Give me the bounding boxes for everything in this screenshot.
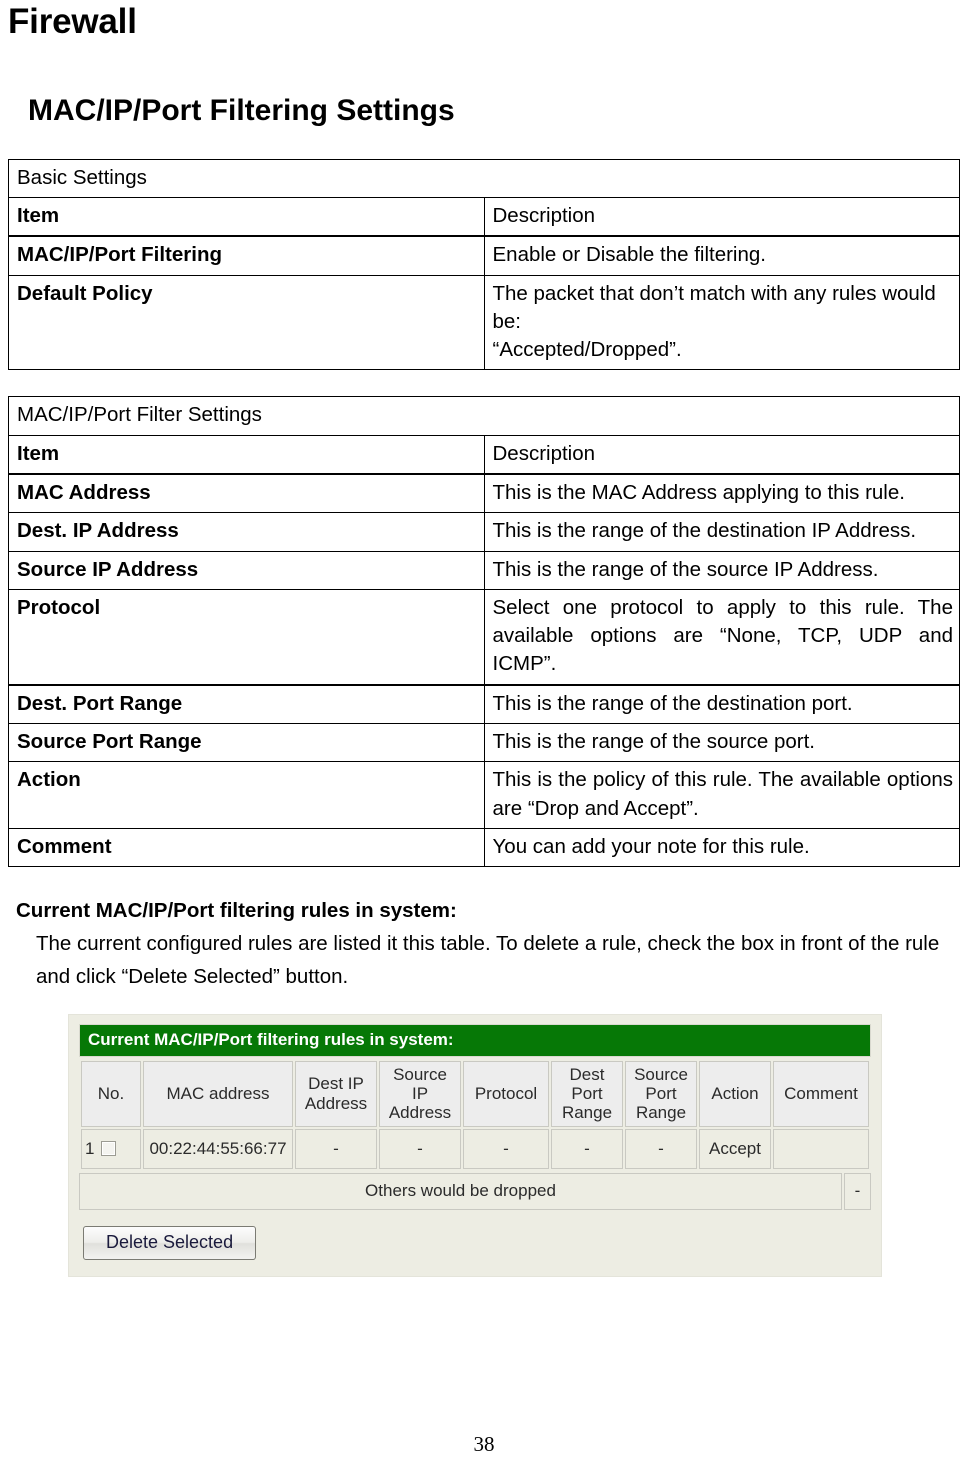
table-row: Source Port Range This is the range of t…	[8, 722, 960, 763]
table-row: Comment You can add your note for this r…	[8, 827, 960, 868]
rules-column-mac-address: MAC address	[143, 1060, 293, 1127]
table-row: Dest. Port Range This is the range of th…	[8, 684, 960, 724]
rule-row-number: 1	[85, 1138, 95, 1158]
default-policy-line-2: “Accepted/Dropped”.	[492, 338, 682, 362]
body-paragraph: The current configured rules are listed …	[36, 932, 940, 989]
default-policy-line-1: The packet that don’t match with any rul…	[492, 281, 936, 333]
row-desc-comment: You can add your note for this rule.	[483, 827, 960, 868]
rule-protocol: -	[463, 1128, 549, 1169]
current-rules-table: No. MAC address Dest IP Address Source I…	[79, 1059, 871, 1171]
rule-mac-address: 00:22:44:55:66:77	[143, 1128, 293, 1169]
rules-panel-banner: Current MAC/IP/Port filtering rules in s…	[79, 1023, 871, 1057]
rule-dest-ip: -	[295, 1128, 377, 1169]
page-title: Firewall	[8, 2, 137, 41]
row-desc-mac-ip-port-filtering: Enable or Disable the filtering.	[483, 235, 960, 276]
rule-source-port: -	[625, 1128, 697, 1169]
column-header-item: Item	[8, 197, 485, 238]
row-label-mac-ip-port-filtering: MAC/IP/Port Filtering	[8, 235, 485, 276]
rules-column-source-port-range: Source Port Range	[625, 1060, 697, 1127]
table-row: 1 00:22:44:55:66:77 - - - - - Accept	[81, 1128, 869, 1169]
section-title: MAC/IP/Port Filtering Settings	[28, 94, 455, 128]
row-label-action: Action	[8, 761, 485, 829]
rules-button-row: Delete Selected	[79, 1210, 871, 1262]
default-policy-note: Others would be dropped	[79, 1172, 842, 1210]
rules-column-source-ip-address: Source IP Address	[379, 1060, 461, 1127]
rule-action: Accept	[699, 1128, 771, 1169]
row-desc-action: This is the policy of this rule. The ava…	[483, 761, 960, 829]
table-row: Dest. IP Address This is the range of th…	[8, 512, 960, 552]
rules-header-row: No. MAC address Dest IP Address Source I…	[81, 1060, 869, 1127]
rules-panel: Current MAC/IP/Port filtering rules in s…	[68, 1013, 882, 1277]
column-header-description: Description	[483, 434, 960, 475]
default-policy-comment: -	[844, 1172, 871, 1210]
table-row: MAC/IP/Port Filter Settings	[8, 396, 960, 436]
rules-column-comment: Comment	[773, 1060, 869, 1127]
body-heading: Current MAC/IP/Port filtering rules in s…	[16, 899, 457, 923]
column-header-description: Description	[483, 197, 960, 238]
table-row: MAC/IP/Port Filtering Enable or Disable …	[8, 235, 960, 276]
row-desc-dest-port-range: This is the range of the destination por…	[483, 684, 960, 724]
delete-selected-button[interactable]: Delete Selected	[83, 1225, 257, 1260]
row-label-mac-address: MAC Address	[8, 473, 485, 514]
rules-column-protocol: Protocol	[463, 1060, 549, 1127]
rules-column-dest-ip-address: Dest IP Address	[295, 1060, 377, 1127]
table-row: Basic Settings	[8, 158, 960, 199]
row-desc-mac-address: This is the MAC Address applying to this…	[483, 473, 960, 514]
table-row: MAC Address This is the MAC Address appl…	[8, 473, 960, 514]
rules-column-action: Action	[699, 1060, 771, 1127]
table-header-row: Item Description	[8, 434, 960, 475]
table-row: Source IP Address This is the range of t…	[8, 550, 960, 590]
rule-select-checkbox[interactable]	[101, 1141, 117, 1156]
rule-row-number-cell: 1	[81, 1128, 141, 1169]
rules-column-no: No.	[81, 1060, 141, 1127]
table-row: Default Policy The packet that don’t mat…	[8, 274, 960, 371]
table-header-row: Item Description	[8, 197, 960, 238]
rules-column-dest-port-range: Dest Port Range	[551, 1060, 623, 1127]
table-row: Protocol Select one protocol to apply to…	[8, 588, 960, 686]
table-row: Action This is the policy of this rule. …	[8, 761, 960, 829]
row-label-comment: Comment	[8, 827, 485, 868]
row-label-source-port-range: Source Port Range	[8, 722, 485, 763]
row-label-default-policy: Default Policy	[8, 274, 485, 371]
rule-dest-port: -	[551, 1128, 623, 1169]
row-desc-source-ip-address: This is the range of the source IP Addre…	[483, 550, 960, 590]
basic-settings-banner: Basic Settings	[8, 158, 960, 199]
embedded-screenshot-wrapper: Current MAC/IP/Port filtering rules in s…	[8, 994, 960, 1277]
row-label-source-ip-address: Source IP Address	[8, 550, 485, 590]
column-header-item: Item	[8, 434, 485, 475]
filter-settings-table: MAC/IP/Port Filter Settings Item Descrip…	[8, 396, 960, 868]
row-label-protocol: Protocol	[8, 588, 485, 686]
filter-settings-banner: MAC/IP/Port Filter Settings	[8, 396, 960, 436]
row-label-dest-port-range: Dest. Port Range	[8, 684, 485, 724]
rule-comment	[773, 1128, 869, 1169]
basic-settings-table: Basic Settings Item Description MAC/IP/P…	[8, 158, 960, 371]
page-number: 38	[473, 1432, 495, 1456]
row-desc-dest-ip-address: This is the range of the destination IP …	[483, 512, 960, 552]
rules-footer-row: Others would be dropped -	[79, 1172, 871, 1210]
row-desc-default-policy: The packet that don’t match with any rul…	[483, 274, 960, 371]
row-desc-source-port-range: This is the range of the source port.	[483, 722, 960, 763]
row-desc-protocol: Select one protocol to apply to this rul…	[483, 588, 960, 686]
row-label-dest-ip-address: Dest. IP Address	[8, 512, 485, 552]
rule-source-ip: -	[379, 1128, 461, 1169]
document-page: Firewall MAC/IP/Port Filtering Settings …	[0, 0, 968, 1473]
